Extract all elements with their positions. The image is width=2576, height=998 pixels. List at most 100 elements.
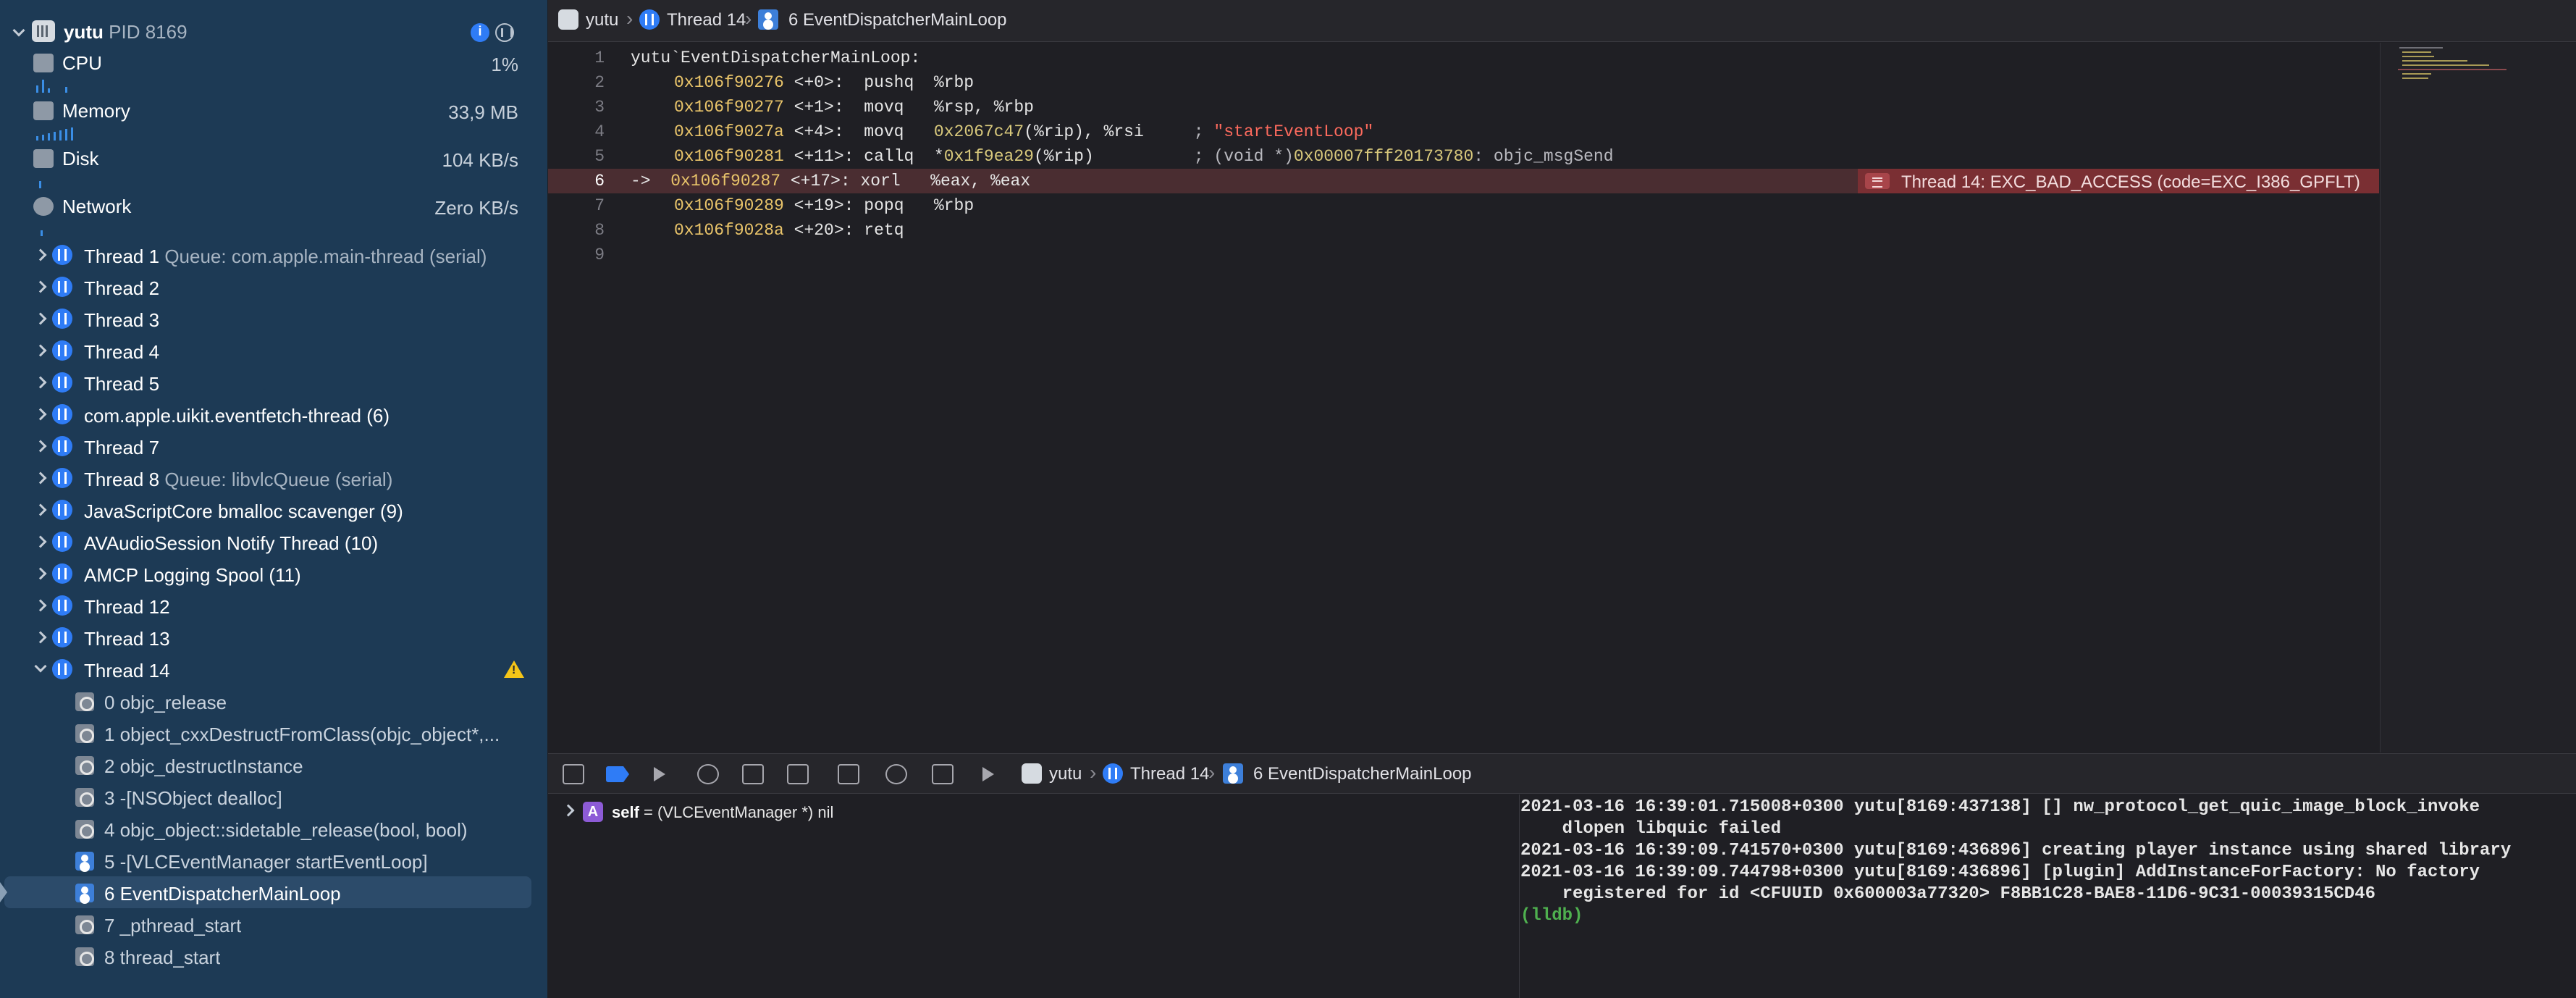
thread-row[interactable]: Thread 12 [0,590,547,621]
lldb-prompt[interactable]: (lldb) [1520,906,1583,926]
stack-frame[interactable]: 8 thread_start [0,940,547,972]
breadcrumb-app[interactable]: yutu [586,10,618,30]
view-hierarchy-icon[interactable] [838,764,859,784]
debug-breadcrumb-app[interactable]: yutu [1049,764,1082,784]
frame-label: 3 -[NSObject dealloc] [104,787,282,809]
chevron-right-icon[interactable] [33,313,46,326]
process-row[interactable]: yutu PID 8169 [0,14,547,46]
instruction: 0x106f90276 <+0>: pushq %rbp [674,73,974,92]
chevron-right-icon[interactable] [33,472,46,485]
hide-debug-area-icon[interactable] [563,764,584,784]
line-number: 1 [594,49,605,67]
chevron-right-icon[interactable] [33,632,46,645]
thread-row[interactable]: Thread 8 Queue: libvlcQueue (serial) [0,462,547,494]
gauge-memory[interactable]: Memory 33,9 MB [0,96,547,143]
minimap-line [2402,73,2431,75]
chevron-right-icon[interactable] [33,408,46,422]
address: 0x106f9027a [674,122,784,141]
thread-row[interactable]: Thread 5 [0,366,547,398]
chevron-down-icon[interactable] [33,661,46,674]
chevron-right-icon[interactable] [561,805,574,818]
thread-name: Thread 2 [84,277,160,299]
continue-icon[interactable] [649,764,671,784]
error-annotation[interactable]: Thread 14: EXC_BAD_ACCESS (code=EXC_I386… [1858,169,2379,193]
stack-frame[interactable]: 2 objc_destructInstance [0,749,547,781]
disk-sparkline [33,172,77,188]
gauge-network[interactable]: Network Zero KB/s [0,191,547,239]
thread-row[interactable]: JavaScriptCore bmalloc scavenger (9) [0,494,547,526]
step-over-icon[interactable] [697,764,719,784]
thread-row[interactable]: Thread 4 [0,335,547,366]
chevron-right-icon[interactable] [33,345,46,358]
memory-graph-icon[interactable] [885,764,907,784]
error-menu-icon[interactable] [1865,173,1890,189]
gauge-cpu[interactable]: CPU 1% [0,48,547,96]
thread-row[interactable]: Thread 13 [0,621,547,653]
chevron-down-icon[interactable] [12,25,25,38]
debug-breadcrumb-frame[interactable]: 6 EventDispatcherMainLoop [1253,764,1472,784]
address: 0x106f90289 [674,196,784,215]
user-frame-icon [758,9,778,30]
thread-row[interactable]: Thread 3 [0,303,547,335]
thread-row[interactable]: Thread 2 [0,271,547,303]
cpu-icon [33,54,54,72]
minimap[interactable] [2380,43,2576,752]
chevron-right-icon[interactable] [33,440,46,453]
variables-view[interactable]: A self = (VLCEventManager *) nil [548,794,1520,998]
pause-icon[interactable] [495,23,514,42]
thread-label: Thread 8 Queue: libvlcQueue (serial) [84,469,392,491]
thread-icon [52,309,72,329]
string-literal: "startEventLoop" [1213,122,1374,141]
line-number: 5 [594,147,605,166]
thread-row[interactable]: com.apple.uikit.eventfetch-thread (6) [0,398,547,430]
thread-icon [52,245,72,265]
chevron-right-icon[interactable] [33,504,46,517]
gauge-disk[interactable]: Disk 104 KB/s [0,143,547,191]
environment-overrides-icon[interactable] [932,764,954,784]
thread-icon [1103,763,1123,784]
chevron-right-icon[interactable] [33,536,46,549]
breadcrumb-frame[interactable]: 6 EventDispatcherMainLoop [788,10,1007,30]
thread-row[interactable]: Thread 7 [0,430,547,462]
debug-breadcrumb-thread[interactable]: Thread 14 [1130,764,1209,784]
simulate-location-icon[interactable] [978,764,1000,784]
thread-row[interactable]: AVAudioSession Notify Thread (10) [0,526,547,558]
console-output[interactable]: 2021-03-16 16:39:01.715008+0300 yutu[816… [1520,794,2576,998]
disassembly-editor[interactable]: 1 yutu`EventDispatcherMainLoop: 2 0x106f90… [548,43,2379,752]
variable-row[interactable]: A self = (VLCEventManager *) nil [555,799,1511,825]
address: 0x106f90276 [674,73,784,92]
minimap-line [2402,51,2431,53]
chevron-right-icon[interactable] [33,249,46,262]
step-out-icon[interactable] [787,764,809,784]
stack-frame[interactable]: 5 -[VLCEventManager startEventLoop] [0,844,547,876]
chevron-right-icon[interactable] [33,281,46,294]
system-frame-icon [75,947,94,966]
chevron-right-icon[interactable] [33,377,46,390]
memory-icon [33,101,54,120]
stack-frame[interactable]: 1 object_cxxDestructFromClass(objc_objec… [0,717,547,749]
thread-row[interactable]: Thread 1 Queue: com.apple.main-thread (s… [0,239,547,271]
stack-frame[interactable]: 7 _pthread_start [0,908,547,940]
instruction: 0x106f90281 <+11>: callq *0x1f9ea29(%rip… [674,147,1614,166]
stack-frame[interactable]: 3 -[NSObject dealloc] [0,781,547,813]
thread-row-crashed[interactable]: Thread 14 [0,653,547,685]
breakpoints-toggle-icon[interactable] [606,766,629,782]
stack-frame-selected[interactable]: 6 EventDispatcherMainLoop [0,876,531,908]
thread-icon [52,436,72,456]
thread-name: Thread 14 [84,660,170,682]
stack-frame[interactable]: 0 objc_release [0,685,547,717]
breadcrumb-thread[interactable]: Thread 14 [667,10,746,30]
info-icon[interactable] [471,23,489,42]
line-number: 6 [594,172,605,190]
chevron-right-icon[interactable] [33,568,46,581]
operands: (%rip) [1033,147,1094,166]
thread-name: AMCP Logging Spool (11) [84,564,301,586]
stack-frame[interactable]: 4 objc_object::sidetable_release(bool, b… [0,813,547,844]
mnemonic: popq [864,196,904,215]
thread-row[interactable]: AMCP Logging Spool (11) [0,558,547,590]
chevron-right-icon[interactable] [33,600,46,613]
step-into-icon[interactable] [742,764,764,784]
thread-name: Thread 1 [84,246,160,267]
instruction: 0x106f90277 <+1>: movq %rsp, %rbp [674,98,1034,117]
code-line: 3 0x106f90277 <+1>: movq %rsp, %rbp [548,95,2379,119]
